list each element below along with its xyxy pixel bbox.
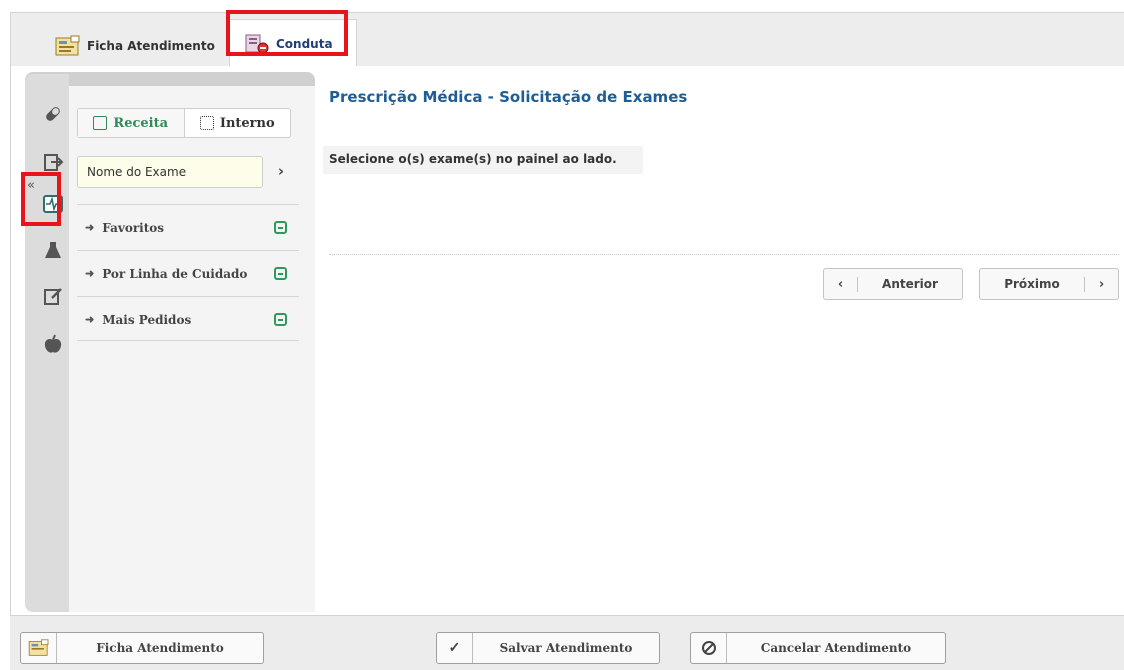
document-icon <box>93 116 108 130</box>
accordion-linha-cuidado-label: Por Linha de Cuidado <box>102 266 248 281</box>
salvar-atendimento-button-label: Salvar Atendimento <box>499 641 633 655</box>
tab-conduta-label: Conduta <box>276 36 333 51</box>
footer-bar: Ficha Atendimento ✓ Salvar Atendimento C… <box>10 616 1124 670</box>
ficha-atendimento-button-label: Ficha Atendimento <box>96 641 224 655</box>
arrow-right-icon: ➜ <box>85 313 95 326</box>
apple-icon[interactable] <box>41 332 65 356</box>
previous-button[interactable]: ‹ Anterior <box>823 268 963 300</box>
exam-selection-panel: Receita Interno › ➜ Favoritos ➜ Por Linh… <box>69 86 315 612</box>
tab-ficha-atendimento[interactable]: Ficha Atendimento <box>51 25 225 67</box>
collapse-toggle-icon[interactable] <box>274 313 287 326</box>
side-toolbar: « <box>25 74 69 612</box>
accordion-linha-cuidado[interactable]: ➜ Por Linha de Cuidado <box>77 250 299 296</box>
pill-icon[interactable] <box>41 102 65 126</box>
arrow-right-icon: ➜ <box>85 221 95 234</box>
collapse-toggle-icon[interactable] <box>274 267 287 280</box>
exam-heartbeat-icon[interactable] <box>41 192 65 216</box>
accordion-favoritos-label: Favoritos <box>102 220 165 235</box>
content-divider <box>329 254 1119 255</box>
checkmark-icon: ✓ <box>437 633 473 663</box>
subtab-receita-label: Receita <box>113 115 169 131</box>
top-tab-bar: Ficha Atendimento Conduta <box>10 12 1124 67</box>
next-button-label: Próximo <box>1004 277 1060 291</box>
salvar-atendimento-button[interactable]: ✓ Salvar Atendimento <box>436 632 660 664</box>
chevron-left-icon: ‹ <box>824 276 858 292</box>
panel-subtabs: Receita Interno <box>77 108 291 138</box>
cancelar-atendimento-button-label: Cancelar Atendimento <box>760 641 912 655</box>
previous-button-label: Anterior <box>882 277 938 291</box>
collapse-toggle-icon[interactable] <box>274 221 287 234</box>
chevron-right-icon: › <box>1084 276 1118 292</box>
accordion-favoritos[interactable]: ➜ Favoritos <box>77 204 299 250</box>
ficha-atendimento-button[interactable]: Ficha Atendimento <box>20 632 264 664</box>
search-go-icon[interactable]: › <box>271 162 291 182</box>
ficha-icon <box>55 35 81 57</box>
next-button[interactable]: Próximo › <box>979 268 1119 300</box>
main-area: « Receita Interno › ➜ <box>10 66 1124 616</box>
tab-conduta[interactable]: Conduta <box>229 19 357 67</box>
hospital-icon <box>199 116 214 130</box>
collapse-panel-icon[interactable]: « <box>27 178 35 193</box>
subtab-interno-label: Interno <box>219 115 275 131</box>
exam-name-input[interactable] <box>77 156 263 188</box>
instruction-message: Selecione o(s) exame(s) no painel ao lad… <box>323 146 643 174</box>
arrow-right-icon: ➜ <box>85 267 95 280</box>
export-icon[interactable] <box>41 150 65 174</box>
flask-icon[interactable] <box>41 238 65 262</box>
accordion-end-divider <box>77 340 299 341</box>
tab-ficha-label: Ficha Atendimento <box>87 39 215 53</box>
cancelar-atendimento-button[interactable]: Cancelar Atendimento <box>690 632 946 664</box>
edit-icon[interactable] <box>41 284 65 308</box>
cancel-icon <box>691 633 727 663</box>
subtab-interno[interactable]: Interno <box>185 109 291 137</box>
page-title: Prescrição Médica - Solicitação de Exame… <box>329 88 688 106</box>
ficha-icon <box>21 633 57 663</box>
subtab-receita[interactable]: Receita <box>78 109 185 137</box>
accordion-mais-pedidos[interactable]: ➜ Mais Pedidos <box>77 296 299 342</box>
accordion-mais-pedidos-label: Mais Pedidos <box>102 312 192 327</box>
conduta-icon <box>244 33 270 55</box>
